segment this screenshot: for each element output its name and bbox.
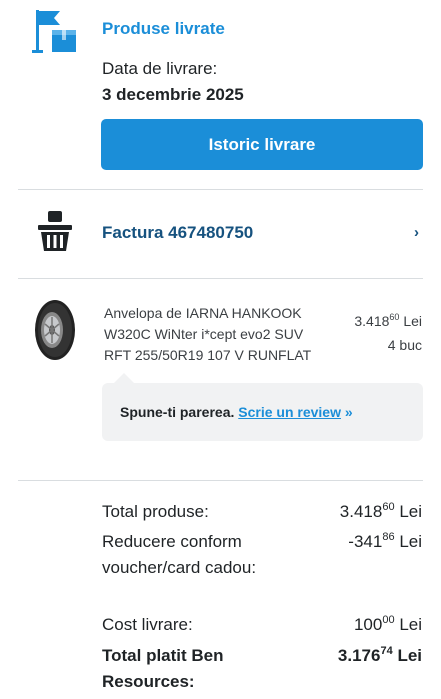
product-price: 3.41860 Lei xyxy=(354,312,422,330)
review-prompt: Spune-ti parerea. xyxy=(120,404,235,420)
total-products-value: 3.41860 Lei xyxy=(340,499,422,525)
shipping-cost-value: 10000 Lei xyxy=(354,612,422,638)
shipping-int: 100 xyxy=(353,615,383,634)
divider xyxy=(18,480,423,481)
write-review-link[interactable]: Scrie un review xyxy=(238,404,341,420)
delivered-flag-box-icon xyxy=(30,8,80,54)
shopping-basket-icon xyxy=(36,209,74,253)
product-price-int: 3.418 xyxy=(354,313,390,329)
delivery-history-button[interactable]: Istoric livrare xyxy=(101,119,423,170)
chevron-right-icon[interactable]: › xyxy=(414,224,419,241)
total-paid-int: 3.176 xyxy=(337,646,381,665)
product-name[interactable]: Anvelopa de IARNA HANKOOK W320C WiNter i… xyxy=(104,303,329,366)
delivery-date-label: Data de livrare: xyxy=(102,59,218,78)
invoice-link[interactable]: Factura 467480750 xyxy=(102,223,253,243)
discount-value: -34186 Lei xyxy=(348,529,422,555)
total-paid-value: 3.17674 Lei xyxy=(338,643,422,669)
total-products-label: Total produse: xyxy=(102,502,209,521)
double-chevron-right-icon[interactable]: » xyxy=(345,404,353,420)
product-price-currency: Lei xyxy=(403,313,422,329)
discount-label: Reducere conform voucher/card cadou: xyxy=(102,532,257,577)
review-prompt-box: Spune-ti parerea. Scrie un review » xyxy=(102,373,423,441)
shipping-currency: Lei xyxy=(399,615,422,634)
shipping-cost-label: Cost livrare: xyxy=(102,615,193,634)
discount-int: -341 xyxy=(348,532,383,551)
total-products-dec: 60 xyxy=(382,501,395,513)
total-paid-currency: Lei xyxy=(397,646,422,665)
total-paid-dec: 74 xyxy=(380,645,393,657)
shipping-dec: 00 xyxy=(382,614,395,626)
product-quantity: 4 buc xyxy=(387,337,422,353)
discount-dec: 86 xyxy=(382,531,395,543)
tire-image[interactable] xyxy=(33,299,77,361)
delivery-date-value: 3 decembrie 2025 xyxy=(102,85,244,104)
discount-currency: Lei xyxy=(399,532,422,551)
invoice-row[interactable]: Factura 467480750 › xyxy=(0,192,441,276)
divider xyxy=(18,189,423,190)
divider xyxy=(18,278,423,279)
product-price-dec: 60 xyxy=(389,312,400,322)
total-paid-label: Total platit Ben Resources: xyxy=(102,646,224,691)
total-products-int: 3.418 xyxy=(339,502,383,521)
total-products-currency: Lei xyxy=(399,502,422,521)
delivered-products-title: Produse livrate xyxy=(102,19,225,38)
review-text: Spune-ti parerea. Scrie un review » xyxy=(120,404,353,420)
